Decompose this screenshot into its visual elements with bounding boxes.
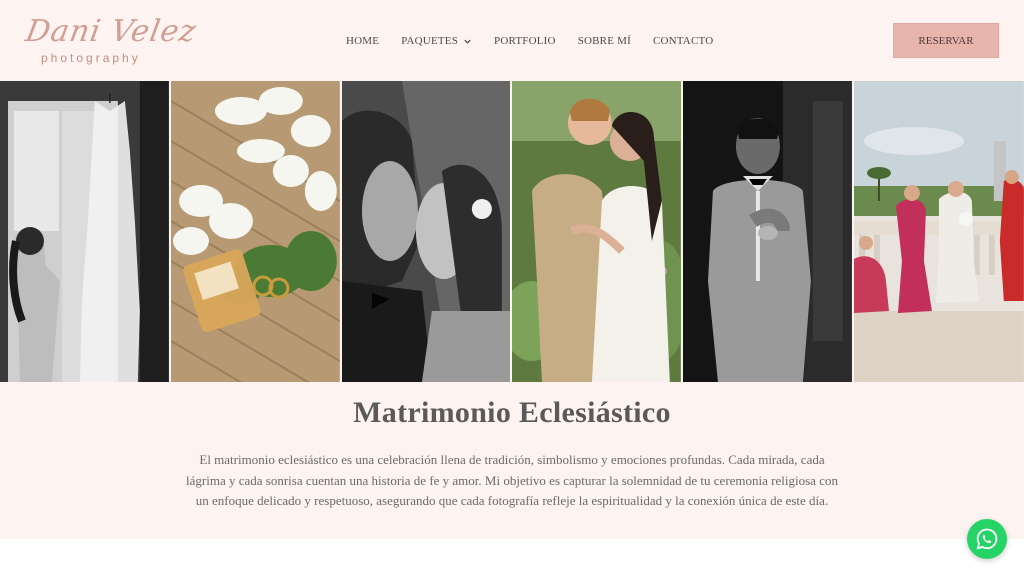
nav-portfolio[interactable]: PORTFOLIO xyxy=(494,35,556,47)
whatsapp-button[interactable] xyxy=(967,519,1007,559)
nav-portfolio-label: PORTFOLIO xyxy=(494,35,556,47)
nav-home-label: HOME xyxy=(346,35,380,47)
couple-kiss-veil-photo[interactable] xyxy=(341,81,511,382)
logo[interactable]: Dani Velez photography xyxy=(23,14,199,70)
nav-home[interactable]: HOME xyxy=(346,35,379,47)
bride-bridesmaids-photo[interactable] xyxy=(854,81,1024,382)
nav-paquetes-label: PAQUETES xyxy=(401,35,459,47)
couple-embrace-garden-photo[interactable] xyxy=(512,81,682,382)
nav-contacto-label: CONTACTO xyxy=(652,35,714,47)
groom-cufflinks-photo[interactable] xyxy=(683,81,853,382)
bride-dress-window-photo[interactable] xyxy=(0,81,169,382)
chevron-down-icon xyxy=(464,39,471,44)
logo-script: Dani Velez xyxy=(22,14,200,49)
whatsapp-icon xyxy=(976,528,998,550)
ceremony-section: Matrimonio Eclesiástico El matrimonio ec… xyxy=(0,382,1024,539)
main-nav: HOME PAQUETES PORTFOLIO SOBRE MÍ CONTACT… xyxy=(346,35,713,47)
section-description: El matrimonio eclesiástico es una celebr… xyxy=(186,452,838,508)
flowers-rings-perfume-photo[interactable] xyxy=(170,81,340,382)
nav-contacto[interactable]: CONTACTO xyxy=(653,35,713,47)
site-header: Dani Velez photography HOME PAQUETES POR… xyxy=(0,0,1024,81)
photo-gallery xyxy=(0,81,1024,382)
section-title: Matrimonio Eclesiástico xyxy=(353,396,671,429)
nav-sobre-mi[interactable]: SOBRE MÍ xyxy=(578,35,631,47)
nav-sobre-mi-label: SOBRE MÍ xyxy=(577,35,631,47)
logo-subtitle: photography xyxy=(41,51,141,65)
nav-paquetes[interactable]: PAQUETES xyxy=(401,35,472,47)
reserve-button[interactable]: RESERVAR xyxy=(893,23,999,58)
